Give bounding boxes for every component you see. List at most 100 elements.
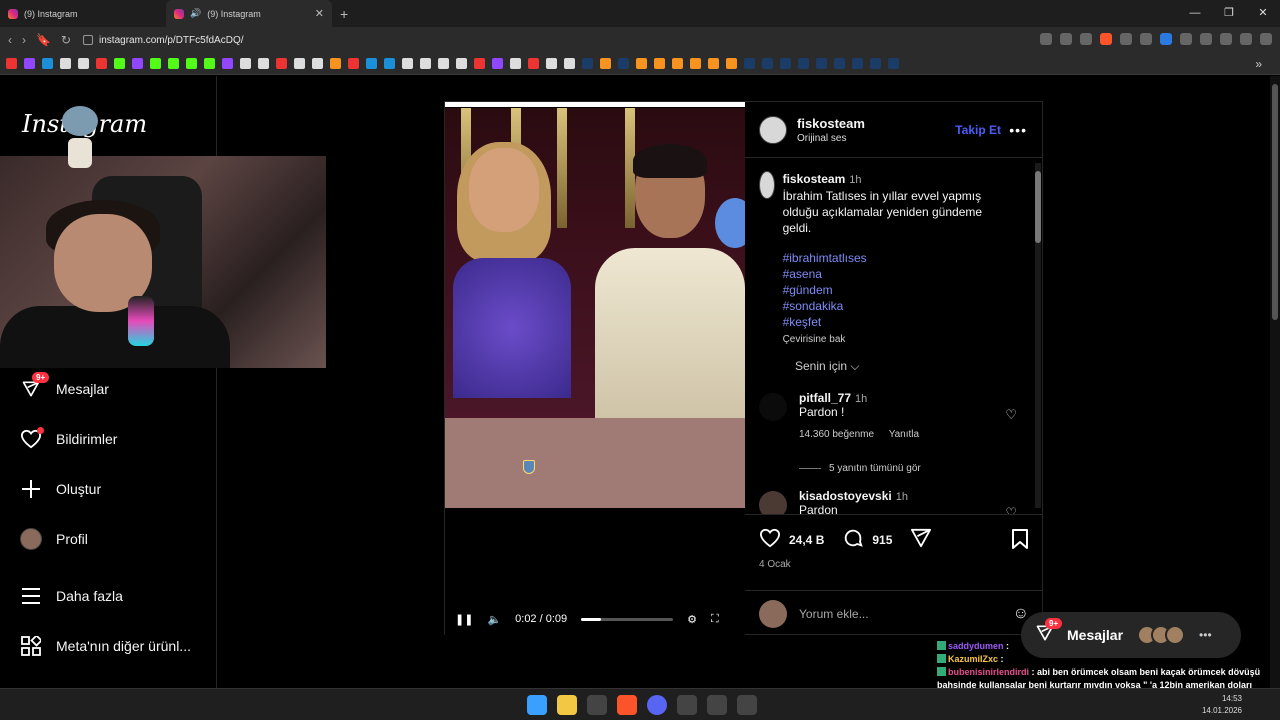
bookmark-icon[interactable] (294, 58, 305, 69)
follow-button[interactable]: Takip Et (955, 123, 1001, 137)
comment-count[interactable]: 915 (872, 533, 892, 547)
bookmark-icon[interactable] (204, 58, 215, 69)
bookmark-icon[interactable] (240, 58, 251, 69)
comment-icon[interactable] (842, 527, 864, 552)
bookmark-icon[interactable] (420, 58, 431, 69)
youtube-bookmark-icon[interactable] (6, 58, 17, 69)
sidebar-item-messages[interactable]: 9+ Mesajlar (20, 372, 109, 400)
bookmark-icon[interactable] (528, 58, 539, 69)
bookmark-icon[interactable] (438, 58, 449, 69)
kick-bookmark-icon[interactable] (168, 58, 179, 69)
hashtag-link[interactable]: #asena (783, 266, 1009, 282)
extension-icon[interactable] (1140, 33, 1152, 45)
more-options-icon[interactable]: ••• (1009, 122, 1027, 138)
video-progress-bar[interactable] (581, 617, 674, 621)
steam-bookmark-icon[interactable] (870, 58, 881, 69)
share-icon[interactable] (1080, 33, 1092, 45)
bookmark-icon[interactable] (708, 58, 719, 69)
like-comment-icon[interactable]: ♡ (1005, 505, 1017, 514)
reply-button[interactable]: Yanıtla (889, 429, 919, 440)
bookmark-icon[interactable] (690, 58, 701, 69)
more-bookmarks-icon[interactable]: » (1255, 57, 1262, 71)
sidebar-item-more[interactable]: Daha fazla (20, 585, 123, 607)
add-comment-input[interactable]: Yorum ekle... (799, 607, 1001, 621)
amazon-bookmark-icon[interactable] (312, 58, 323, 69)
hashtag-link[interactable]: #ibrahimtatlıses (783, 250, 1009, 266)
hashtag-link[interactable]: #gündem (783, 282, 1009, 298)
reload-icon[interactable]: ↻ (61, 33, 71, 47)
volume-icon[interactable]: 🔈 (487, 613, 501, 626)
close-tab-icon[interactable]: ✕ (315, 7, 324, 20)
brave-browser-icon[interactable] (617, 695, 637, 715)
windows-start-icon[interactable] (527, 695, 547, 715)
instagram-bookmark-icon[interactable] (24, 58, 35, 69)
steam-icon[interactable] (587, 695, 607, 715)
brave-shields-icon[interactable] (1100, 33, 1112, 45)
extension-icon[interactable] (1120, 33, 1132, 45)
bookmark-icon[interactable] (222, 58, 233, 69)
settings-icon[interactable]: ⚙ (687, 613, 697, 626)
bookmark-icon[interactable] (456, 58, 467, 69)
bookmark-icon[interactable] (546, 58, 557, 69)
browser-tab-2[interactable]: 🔊 (9) Instagram ✕ (166, 0, 332, 27)
author-avatar[interactable] (759, 115, 787, 144)
restore-button[interactable]: ❐ (1212, 0, 1246, 27)
bookmark-icon[interactable] (348, 58, 359, 69)
fullscreen-icon[interactable]: ⛶ (711, 613, 719, 626)
share-icon[interactable] (910, 528, 932, 551)
bookmark-icon[interactable] (384, 58, 395, 69)
steam-bookmark-icon[interactable] (582, 58, 593, 69)
steam-bookmark-icon[interactable] (762, 58, 773, 69)
steam-bookmark-icon[interactable] (618, 58, 629, 69)
kick-bookmark-icon[interactable] (186, 58, 197, 69)
sidebar-icon[interactable] (1220, 33, 1232, 45)
steam-bookmark-icon[interactable] (888, 58, 899, 69)
save-bookmark-icon[interactable] (1011, 529, 1029, 554)
bookmark-icon[interactable] (492, 58, 503, 69)
bookmark-icon[interactable] (654, 58, 665, 69)
extension-icon[interactable] (1160, 33, 1172, 45)
steam-bookmark-icon[interactable] (798, 58, 809, 69)
author-avatar[interactable] (759, 171, 775, 199)
bookmark-icon[interactable] (510, 58, 521, 69)
twitch-bookmark-icon[interactable] (132, 58, 143, 69)
like-comment-icon[interactable]: ♡ (1005, 407, 1017, 423)
for-you-dropdown[interactable]: Senin için ⌵ (795, 359, 859, 374)
gmail-bookmark-icon[interactable] (96, 58, 107, 69)
bookmark-icon[interactable] (60, 58, 71, 69)
steam-bookmark-icon[interactable] (852, 58, 863, 69)
puzzle-icon[interactable] (1200, 33, 1212, 45)
bookmark-icon[interactable] (42, 58, 53, 69)
extension-icon[interactable] (1180, 33, 1192, 45)
app-icon[interactable] (737, 695, 757, 715)
close-window-button[interactable]: ✕ (1246, 0, 1280, 27)
bookmark-icon[interactable] (330, 58, 341, 69)
media-icon[interactable] (1240, 33, 1252, 45)
pause-icon[interactable]: ❚❚ (455, 613, 473, 626)
steam-bookmark-icon[interactable] (780, 58, 791, 69)
forward-icon[interactable]: › (22, 33, 26, 47)
kick-bookmark-icon[interactable] (150, 58, 161, 69)
sidebar-item-create[interactable]: Oluştur (20, 478, 101, 500)
steam-bookmark-icon[interactable] (816, 58, 827, 69)
commenter-avatar[interactable] (759, 491, 787, 514)
bookmark-icon[interactable] (474, 58, 485, 69)
bookmark-icon[interactable] (402, 58, 413, 69)
file-explorer-icon[interactable] (557, 695, 577, 715)
page-scrollbar[interactable] (1270, 76, 1280, 688)
cast-icon[interactable] (1040, 33, 1052, 45)
comments-scrollbar[interactable] (1035, 163, 1041, 508)
hashtag-link[interactable]: #sondakika (783, 298, 1009, 314)
system-clock[interactable]: 14:53 14.01.2026 (1202, 693, 1242, 717)
minimize-button[interactable]: — (1178, 0, 1212, 27)
zoom-icon[interactable] (1060, 33, 1072, 45)
site-info-icon[interactable] (83, 35, 94, 45)
folder-icon[interactable] (564, 58, 575, 69)
sidebar-item-meta-products[interactable]: Meta'nın diğer ürünl... (20, 635, 191, 657)
like-icon[interactable] (759, 528, 781, 551)
like-count[interactable]: 24,4 B (789, 533, 824, 547)
see-translation-link[interactable]: Çevirisine bak (783, 332, 1009, 348)
bookmark-page-icon[interactable]: 🔖 (36, 33, 51, 47)
obs-icon[interactable] (677, 695, 697, 715)
author-username[interactable]: fiskosteam (797, 116, 865, 131)
